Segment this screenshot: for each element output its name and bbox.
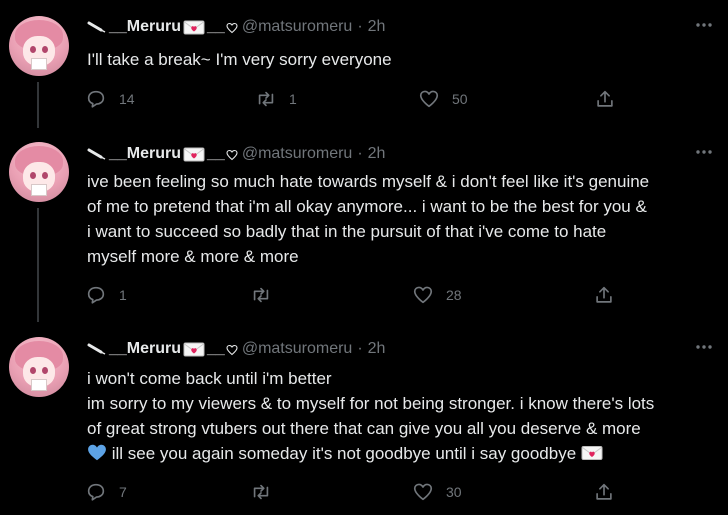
display-name[interactable]: Meruru (127, 145, 181, 163)
tweet-header: __ Meruru __ @matsuromeru · 2h (87, 340, 385, 358)
tweet-text: ive been feeling so much hate towards my… (87, 172, 650, 266)
share-button[interactable] (593, 284, 615, 306)
thread-line (37, 82, 39, 128)
blue-heart-icon (87, 443, 107, 461)
retweet-icon (253, 287, 269, 303)
tweet-actions: 7 30 (85, 481, 625, 503)
retweet-icon (253, 484, 269, 500)
like-button[interactable]: 30 (412, 481, 462, 503)
like-icon (413, 483, 433, 501)
heart-outline-icon (226, 148, 238, 161)
tweet-2[interactable]: __ Meruru __ @matsuromeru · 2h ive been f… (0, 128, 728, 322)
reply-button[interactable]: 7 (85, 481, 127, 503)
share-icon (596, 286, 612, 303)
thread-line (37, 208, 39, 322)
heart-outline-icon (226, 21, 238, 34)
like-button[interactable]: 28 (412, 284, 462, 306)
tweet-header: __ Meruru __ @matsuromeru · 2h (87, 18, 385, 36)
handle[interactable]: @matsuromeru (242, 145, 353, 163)
reply-button[interactable]: 1 (85, 284, 127, 306)
reply-count: 7 (119, 484, 127, 500)
like-icon (413, 286, 433, 304)
reply-count: 1 (119, 287, 127, 303)
avatar[interactable] (9, 16, 69, 76)
like-button[interactable]: 50 (418, 88, 468, 110)
more-icon[interactable] (694, 145, 714, 159)
like-count: 28 (446, 287, 462, 303)
display-name[interactable]: Meruru (127, 18, 181, 36)
timestamp[interactable]: 2h (368, 18, 386, 36)
retweet-icon (258, 91, 274, 107)
share-icon (597, 90, 613, 107)
tweet-text: i won't come back until i'm better im so… (87, 369, 655, 463)
reply-button[interactable]: 14 (85, 88, 135, 110)
reply-icon (87, 286, 105, 304)
pencil-icon (87, 343, 107, 355)
like-icon (419, 90, 439, 108)
reply-icon (87, 90, 105, 108)
share-button[interactable] (594, 88, 616, 110)
envelope-heart-icon (183, 146, 205, 162)
like-count: 50 (452, 91, 468, 107)
timestamp[interactable]: 2h (368, 145, 386, 163)
reply-count: 14 (119, 91, 135, 107)
tweet-3[interactable]: __ Meruru __ @matsuromeru · 2h i won't co… (0, 322, 728, 515)
tweet-header: __ Meruru __ @matsuromeru · 2h (87, 145, 385, 163)
reply-icon (87, 483, 105, 501)
retweet-button[interactable] (250, 481, 284, 503)
share-icon (596, 483, 612, 500)
display-name[interactable]: Meruru (127, 340, 181, 358)
envelope-heart-icon (581, 443, 603, 460)
pencil-icon (87, 21, 107, 33)
envelope-heart-icon (183, 341, 205, 357)
timestamp[interactable]: 2h (368, 340, 386, 358)
more-icon[interactable] (694, 340, 714, 354)
avatar[interactable] (9, 142, 69, 202)
retweet-button[interactable] (250, 284, 284, 306)
envelope-heart-icon (183, 19, 205, 35)
handle[interactable]: @matsuromeru (242, 340, 353, 358)
heart-outline-icon (226, 343, 238, 356)
tweet-actions: 14 1 50 (85, 88, 625, 110)
avatar[interactable] (9, 337, 69, 397)
more-icon[interactable] (694, 18, 714, 32)
like-count: 30 (446, 484, 462, 500)
tweet-1[interactable]: __ Meruru __ @matsuromeru · 2h I'll take … (0, 0, 728, 128)
handle[interactable]: @matsuromeru (242, 18, 353, 36)
share-button[interactable] (593, 481, 615, 503)
tweet-text: I'll take a break~ I'm very sorry everyo… (87, 50, 392, 69)
retweet-button[interactable]: 1 (255, 88, 297, 110)
retweet-count: 1 (289, 91, 297, 107)
pencil-icon (87, 148, 107, 160)
tweet-actions: 1 28 (85, 284, 625, 306)
